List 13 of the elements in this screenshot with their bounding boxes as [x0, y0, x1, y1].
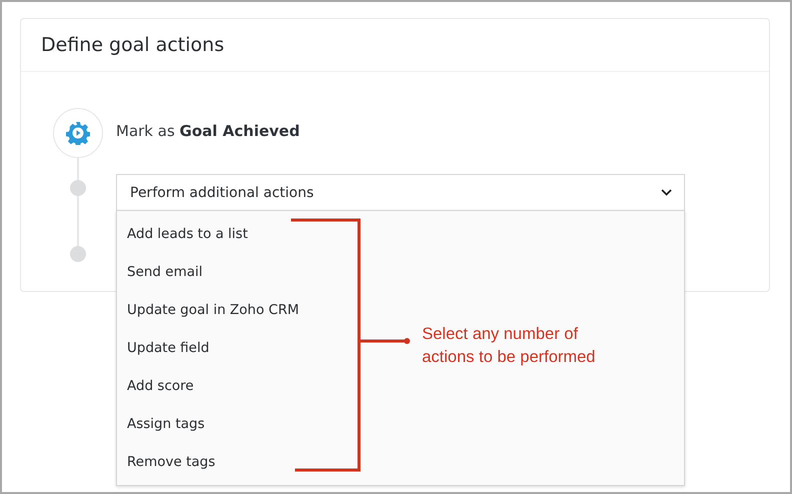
menu-option[interactable]: Add score	[117, 367, 204, 405]
menu-option[interactable]: Update field	[117, 329, 220, 367]
panel-title: Define goal actions	[41, 34, 224, 56]
menu-option[interactable]: Assign tags	[117, 405, 215, 443]
chevron-icon	[661, 189, 672, 196]
menu-option[interactable]: Update goal in Zoho CRM	[117, 291, 309, 329]
step-label: Mark as Goal Achieved	[116, 122, 301, 140]
menu-option[interactable]: Remove tags	[117, 443, 226, 481]
menu-option[interactable]: Add leads to a list	[117, 215, 258, 253]
menu-option[interactable]: Send email	[117, 253, 213, 291]
actions-dropdown[interactable]: Perform additional actions	[116, 174, 685, 211]
annotation-text: Select any number of actions to be performed	[422, 324, 596, 368]
gear-icon	[66, 121, 90, 145]
